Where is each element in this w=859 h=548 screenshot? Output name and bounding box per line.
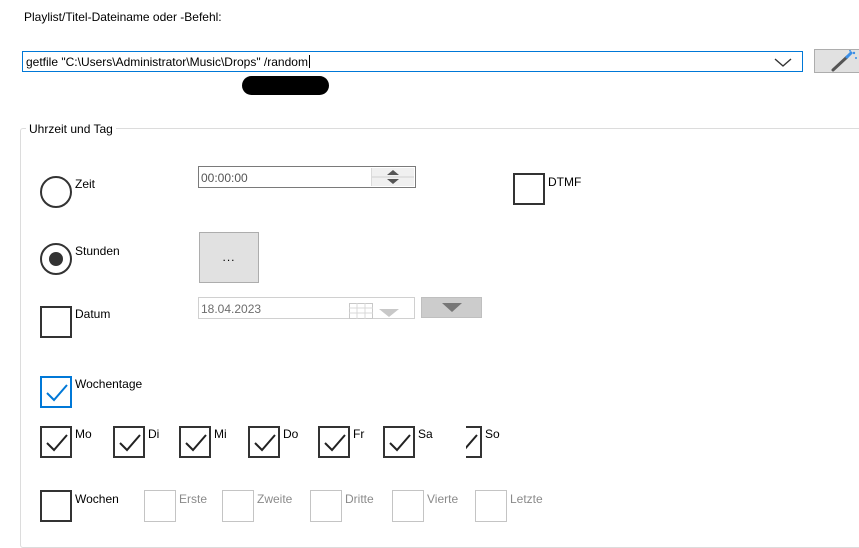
wizard-button[interactable] bbox=[814, 49, 859, 73]
week-label-letzte: Letzte bbox=[510, 492, 543, 506]
group-title: Uhrzeit und Tag bbox=[26, 122, 116, 136]
day-checkbox-do[interactable] bbox=[248, 426, 280, 458]
week-checkbox-zweite[interactable] bbox=[222, 490, 254, 522]
day-checkbox-so[interactable] bbox=[466, 426, 482, 458]
command-input[interactable]: getfile "C:\Users\Administrator\Music\Dr… bbox=[26, 55, 310, 69]
datum-label: Datum bbox=[75, 307, 111, 321]
checkmark-icon bbox=[389, 434, 411, 452]
week-label-zweite: Zweite bbox=[257, 492, 293, 506]
calendar-icon[interactable] bbox=[349, 303, 373, 319]
checkmark-icon bbox=[46, 384, 68, 402]
week-checkbox-erste[interactable] bbox=[144, 490, 176, 522]
week-checkbox-dritte[interactable] bbox=[310, 490, 342, 522]
spin-down-icon bbox=[387, 179, 399, 184]
week-label-erste: Erste bbox=[179, 492, 208, 506]
day-label-sa: Sa bbox=[418, 427, 433, 441]
week-label-vierte: Vierte bbox=[427, 492, 459, 506]
dtmf-label: DTMF bbox=[548, 175, 582, 189]
week-checkbox-letzte[interactable] bbox=[475, 490, 507, 522]
checkmark-icon bbox=[46, 434, 68, 452]
checkmark-icon bbox=[466, 434, 478, 450]
date-dropdown-button[interactable] bbox=[421, 297, 482, 318]
wochen-label: Wochen bbox=[75, 492, 119, 506]
date-picker[interactable]: 18.04.2023 bbox=[198, 297, 415, 319]
week-label-dritte: Dritte bbox=[345, 492, 374, 506]
date-dropdown-arrow-icon[interactable] bbox=[379, 309, 399, 319]
zeit-radio[interactable] bbox=[40, 176, 72, 208]
day-label-so: So bbox=[485, 427, 500, 441]
dtmf-checkbox[interactable] bbox=[513, 173, 545, 205]
date-value: 18.04.2023 bbox=[201, 302, 262, 316]
chevron-down-icon[interactable] bbox=[774, 55, 792, 69]
magic-wand-icon bbox=[831, 50, 857, 72]
checkmark-icon bbox=[254, 434, 276, 452]
day-checkbox-fr[interactable] bbox=[318, 426, 350, 458]
day-checkbox-sa[interactable] bbox=[383, 426, 415, 458]
triangle-down-icon bbox=[442, 303, 462, 312]
time-and-day-group bbox=[20, 128, 859, 548]
redaction-bar bbox=[242, 76, 329, 95]
time-picker[interactable]: 00:00:00 bbox=[198, 166, 416, 188]
spin-up-icon bbox=[387, 170, 399, 175]
time-value: 00:00:00 bbox=[201, 171, 248, 185]
day-label-mo: Mo bbox=[75, 427, 92, 441]
wochentage-label: Wochentage bbox=[75, 377, 143, 391]
wochen-checkbox[interactable] bbox=[40, 490, 72, 522]
day-label-do: Do bbox=[283, 427, 299, 441]
command-combobox[interactable]: getfile "C:\Users\Administrator\Music\Dr… bbox=[22, 51, 803, 72]
datum-checkbox[interactable] bbox=[40, 306, 72, 338]
day-checkbox-mi[interactable] bbox=[179, 426, 211, 458]
wochentage-checkbox[interactable] bbox=[40, 376, 72, 408]
checkmark-icon bbox=[324, 434, 346, 452]
week-checkbox-vierte[interactable] bbox=[392, 490, 424, 522]
stunden-radio[interactable] bbox=[40, 243, 72, 275]
checkmark-icon bbox=[185, 434, 207, 452]
checkmark-icon bbox=[119, 434, 141, 452]
zeit-label: Zeit bbox=[75, 177, 96, 191]
day-checkbox-mo[interactable] bbox=[40, 426, 72, 458]
day-label-fr: Fr bbox=[353, 427, 365, 441]
stunden-label: Stunden bbox=[75, 244, 120, 258]
radio-selected-dot bbox=[49, 252, 63, 266]
hours-select-button[interactable]: ... bbox=[199, 232, 259, 283]
day-checkbox-di[interactable] bbox=[113, 426, 145, 458]
command-label: Playlist/Titel-Dateiname oder -Befehl: bbox=[24, 10, 222, 24]
day-label-mi: Mi bbox=[214, 427, 227, 441]
time-spinner[interactable] bbox=[371, 168, 414, 186]
text-cursor bbox=[308, 55, 310, 68]
day-label-di: Di bbox=[148, 427, 160, 441]
